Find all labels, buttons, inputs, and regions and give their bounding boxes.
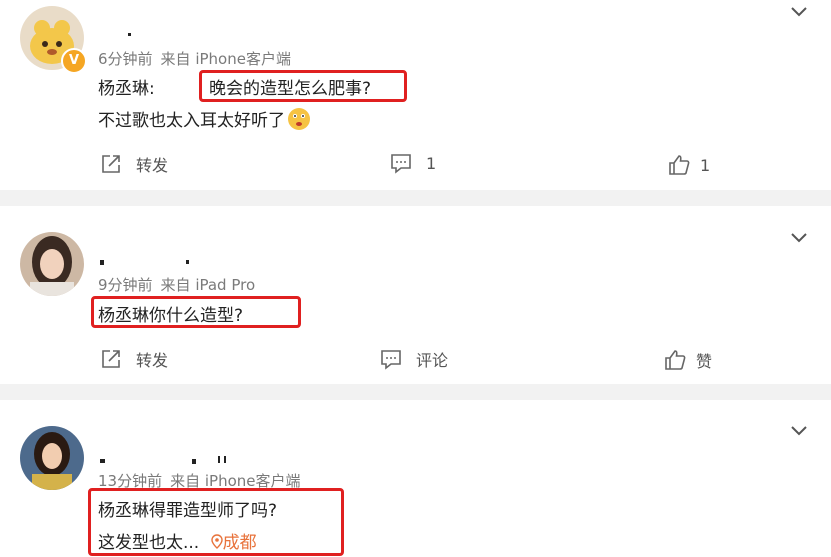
highlight-box — [88, 488, 344, 556]
share-icon — [102, 155, 120, 173]
source-client: 来自 iPad Pro — [160, 276, 256, 294]
comment-card-1: V 6分钟前 来自 iPhone客户端 杨丞琳: 晚会的造型怎么肥事? 不过歌也太… — [0, 0, 831, 190]
repost-button[interactable]: 转发 — [100, 347, 168, 371]
separator — [0, 384, 831, 400]
username[interactable] — [100, 450, 230, 464]
like-icon — [665, 350, 686, 370]
comment-card-2: 9分钟前 来自 iPad Pro 杨丞琳你什么造型? 转发 评论 赞 — [0, 206, 831, 384]
chevron-down-icon[interactable] — [789, 231, 809, 245]
username[interactable] — [100, 252, 200, 265]
avatar[interactable] — [20, 426, 84, 490]
comment-meta: 9分钟前 来自 iPad Pro — [98, 274, 255, 295]
comment-button[interactable]: 评论 — [380, 347, 448, 371]
comment-button[interactable]: 1 — [390, 152, 436, 174]
comment-card-3: 13分钟前 来自 iPhone客户端 杨丞琳得罪造型师了吗? 这发型也太... 成… — [0, 400, 831, 557]
timestamp: 6分钟前 — [98, 50, 153, 68]
comment-text-line2: 不过歌也太入耳太好听了 — [98, 106, 311, 136]
avatar[interactable] — [20, 232, 84, 296]
verified-badge-icon: V — [61, 48, 87, 74]
separator — [0, 190, 831, 206]
share-icon — [102, 350, 120, 368]
like-icon — [669, 155, 690, 175]
timestamp: 9分钟前 — [98, 276, 153, 294]
highlight-box — [199, 70, 407, 102]
chevron-down-icon[interactable] — [789, 424, 809, 438]
comment-meta: 6分钟前 来自 iPhone客户端 — [98, 48, 291, 69]
source-client: 来自 iPhone客户端 — [160, 50, 291, 68]
emoji-icon — [287, 107, 311, 136]
like-button[interactable]: 赞 — [664, 348, 712, 372]
comment-icon — [391, 154, 411, 174]
highlight-box — [91, 296, 301, 328]
comment-text-prefix: 杨丞琳: — [98, 79, 155, 99]
username[interactable] — [100, 24, 140, 36]
comment-icon — [381, 350, 401, 370]
chevron-down-icon[interactable] — [789, 5, 809, 19]
repost-button[interactable]: 转发 — [100, 152, 168, 176]
like-button[interactable]: 1 — [668, 154, 710, 176]
